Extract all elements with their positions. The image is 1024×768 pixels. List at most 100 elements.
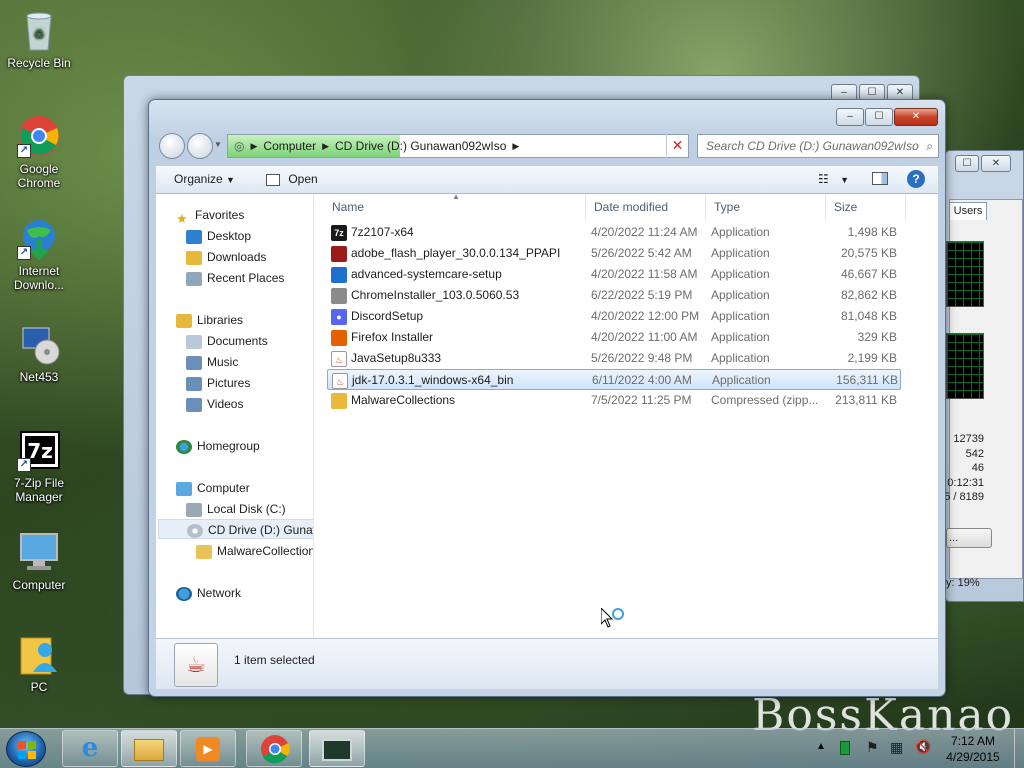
nav-local-disk[interactable]: Local Disk (C:) (186, 499, 286, 519)
recent-pages-dropdown[interactable]: ▼ (214, 140, 222, 149)
nav-homegroup[interactable]: Homegroup (176, 436, 260, 456)
file-name: DiscordSetup (351, 309, 424, 323)
maximize-button[interactable]: ☐ (955, 155, 979, 172)
explorer-window[interactable]: ‒ ☐ ✕ ▼ ◎ ▶ Computer ▶ CD Drive (D:) Gun… (148, 99, 946, 697)
firefox-icon (331, 329, 347, 346)
maximize-button[interactable]: ☐ (865, 108, 893, 126)
net-setup-icon (17, 322, 61, 366)
open-button[interactable]: Open (266, 172, 318, 186)
desktop-icon-recycle-bin[interactable]: ♻ Recycle Bin (4, 8, 74, 70)
column-header-date[interactable]: Date modified (586, 194, 706, 220)
nav-libraries[interactable]: Libraries (176, 310, 243, 330)
file-row[interactable]: Firefox Installer 4/20/2022 11:00 AM Appli… (327, 327, 901, 348)
nav-label: Recent Places (207, 271, 285, 285)
file-row[interactable]: ● DiscordSetup 4/20/2022 12:00 PM Applicati… (327, 306, 901, 327)
file-name-cell: ♨ JavaSetup8u333 (331, 348, 581, 369)
stat-value: 0:12:31 (947, 477, 984, 489)
desktop-icon-internet-download[interactable]: ↗ Internet Downlo... (4, 216, 74, 292)
network-icon[interactable]: ▦ (890, 739, 903, 756)
volume-muted-icon[interactable]: 🔇 (915, 739, 931, 755)
nav-label: Homegroup (197, 439, 260, 453)
action-center-flag-icon[interactable]: ⚑ (866, 739, 879, 756)
column-header-type[interactable]: Type (706, 194, 826, 220)
tray-overflow-icon[interactable]: ▲ (816, 741, 826, 752)
tab-users[interactable]: Users (949, 202, 987, 220)
desktop-icon-pc[interactable]: PC (4, 632, 74, 694)
star-icon: ★ (176, 210, 188, 226)
nav-network[interactable]: Network (176, 583, 241, 603)
file-row[interactable]: adobe_flash_player_30.0.0.134_PPAPI 5/26/… (327, 243, 901, 264)
start-button[interactable] (6, 731, 46, 767)
tray-app-icon[interactable] (840, 741, 850, 755)
task-manager-button[interactable]: ... (946, 528, 992, 548)
desktop-icon-net453[interactable]: Net453 (4, 322, 74, 384)
file-row[interactable]: ♨ jdk-17.0.3.1_windows-x64_bin 6/11/2022 4… (327, 369, 901, 390)
stop-button[interactable]: ✕ (666, 134, 688, 158)
windows-logo-icon (18, 741, 36, 759)
column-header-size[interactable]: Size (826, 194, 906, 220)
help-button[interactable]: ? (907, 170, 925, 188)
desktop-icon-7zip[interactable]: 7z ↗ 7-Zip File Manager (4, 428, 74, 504)
nav-label: Pictures (207, 376, 251, 390)
nav-videos[interactable]: Videos (186, 394, 243, 414)
breadcrumb-computer[interactable]: Computer (263, 139, 316, 153)
system-clock[interactable]: 7:12 AM 4/29/2015 (933, 733, 1013, 765)
nav-computer[interactable]: Computer (176, 478, 250, 498)
nav-recent-places[interactable]: Recent Places (186, 268, 284, 288)
organize-button[interactable]: Organize ▼ (174, 172, 235, 186)
file-date: 4/20/2022 12:00 PM (591, 309, 700, 323)
taskbar-chrome[interactable] (246, 730, 302, 767)
taskbar-explorer[interactable] (121, 730, 177, 767)
preview-pane-button[interactable] (872, 172, 888, 188)
music-icon (186, 355, 202, 370)
nav-music[interactable]: Music (186, 352, 238, 372)
file-row[interactable]: ♨ JavaSetup8u333 5/26/2022 9:48 PM Applicat… (327, 348, 901, 369)
chrome-icon: ↗ (17, 114, 61, 158)
file-type: Application (711, 330, 770, 344)
flash-icon (331, 245, 347, 262)
taskbar-task-manager[interactable] (309, 730, 365, 767)
close-button[interactable]: ✕ (981, 155, 1011, 172)
taskbar: e ▶ ▲ ⚑ ▦ 🔇 7:12 AM 4/29/2015 (0, 728, 1024, 768)
search-input[interactable]: Search CD Drive (D:) Gunawan092wIso ⌕ (697, 134, 939, 158)
nav-favorites[interactable]: ★ Favorites (176, 205, 244, 226)
navigation-pane[interactable]: ★ Favorites Desktop Downloads Recent Plac… (156, 194, 314, 638)
clock-time: 7:12 AM (950, 734, 996, 748)
file-size: 46,667 KB (840, 267, 897, 281)
file-list[interactable]: Name ▲ Date modified Type Size 7z 7z2107-… (315, 192, 938, 638)
back-button[interactable] (159, 133, 185, 159)
file-date: 6/11/2022 4:00 AM (592, 373, 692, 387)
minimize-button[interactable]: ‒ (836, 108, 864, 126)
breadcrumb-separator-icon: ▶ (250, 140, 258, 151)
file-name-cell: Firefox Installer (331, 327, 581, 348)
nav-cd-drive[interactable]: CD Drive (D:) Gunaw (158, 519, 313, 539)
column-header-name[interactable]: Name (315, 194, 586, 220)
file-type: Application (711, 351, 770, 365)
file-name: MalwareCollections (351, 393, 456, 407)
close-button[interactable]: ✕ (894, 108, 938, 126)
taskbar-media-player[interactable]: ▶ (180, 730, 236, 767)
address-bar[interactable]: ◎ ▶ Computer ▶ CD Drive (D:) Gunawan092w… (227, 134, 727, 158)
nav-pictures[interactable]: Pictures (186, 373, 250, 393)
desktop-icon-computer[interactable]: Computer (4, 530, 74, 592)
svg-text:7z: 7z (27, 439, 53, 463)
breadcrumb-cd-drive[interactable]: CD Drive (D:) Gunawan092wIso (335, 139, 506, 153)
chrome-icon (261, 735, 290, 764)
file-type: Application (711, 225, 770, 239)
file-row[interactable]: MalwareCollections 7/5/2022 11:25 PM Compr… (327, 390, 901, 411)
taskbar-internet-explorer[interactable]: e (62, 730, 118, 767)
file-name-cell: advanced-systemcare-setup (331, 264, 581, 285)
desktop-icon-chrome[interactable]: ↗ Google Chrome (4, 114, 74, 190)
forward-button[interactable] (187, 133, 213, 159)
recycle-bin-icon: ♻ (17, 8, 61, 52)
file-row[interactable]: advanced-systemcare-setup 4/20/2022 11:58… (327, 264, 901, 285)
nav-malware-collections[interactable]: MalwareCollection (196, 541, 313, 561)
view-options-button[interactable]: ☷ ▼ (818, 172, 849, 186)
show-desktop-button[interactable] (1014, 729, 1024, 768)
nav-desktop[interactable]: Desktop (186, 226, 251, 246)
shortcut-arrow-icon: ↗ (17, 458, 31, 472)
nav-downloads[interactable]: Downloads (186, 247, 266, 267)
file-row[interactable]: ChromeInstaller_103.0.5060.53 6/22/2022 5… (327, 285, 901, 306)
nav-documents[interactable]: Documents (186, 331, 268, 351)
file-row[interactable]: 7z 7z2107-x64 4/20/2022 11:24 AM Applicatio… (327, 222, 901, 243)
